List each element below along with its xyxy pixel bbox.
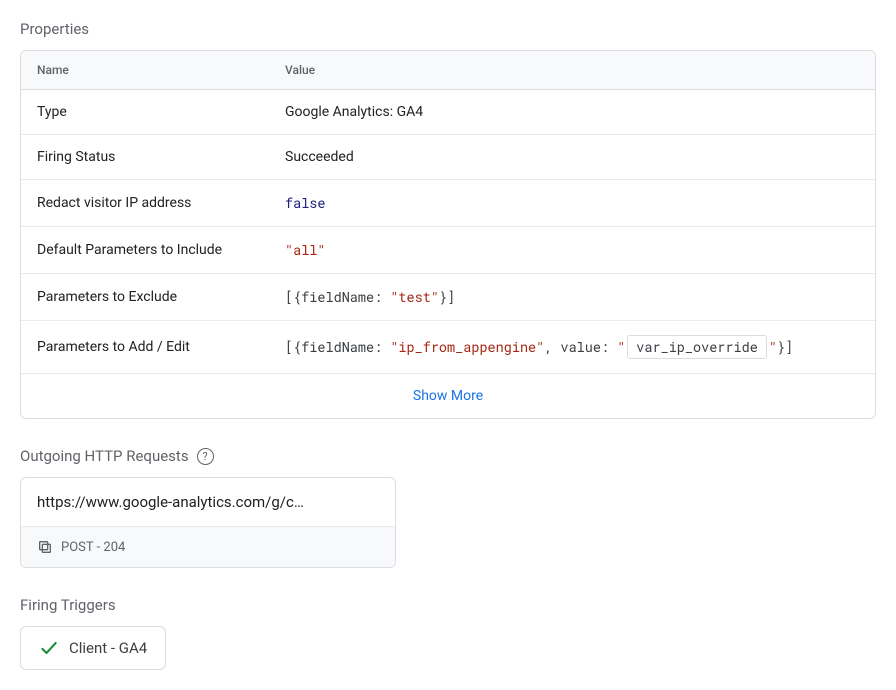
show-more-link[interactable]: Show More: [413, 388, 483, 404]
properties-title: Properties: [20, 20, 876, 38]
table-row: Type Google Analytics: GA4: [21, 90, 875, 135]
http-requests-title-text: Outgoing HTTP Requests: [20, 447, 189, 465]
code-string: ": [617, 338, 625, 356]
show-more-row: Show More: [21, 374, 875, 418]
prop-value: Google Analytics: GA4: [269, 90, 875, 135]
code-punct: [{fieldName:: [285, 288, 390, 306]
prop-name: Default Parameters to Include: [21, 227, 269, 274]
code-string: "test": [390, 288, 439, 306]
prop-value: [{fieldName: "test"}]: [269, 274, 875, 321]
table-row: Parameters to Exclude [{fieldName: "test…: [21, 274, 875, 321]
col-header-name: Name: [21, 51, 269, 90]
firing-triggers-title: Firing Triggers: [20, 596, 876, 614]
code-string: ": [769, 338, 777, 356]
code-keyword: false: [285, 194, 326, 212]
code-value: [{fieldName: "test"}]: [285, 288, 455, 306]
check-icon: [39, 638, 59, 658]
prop-value: "all": [269, 227, 875, 274]
http-request-meta: POST - 204: [21, 526, 395, 567]
table-row: Default Parameters to Include "all": [21, 227, 875, 274]
trigger-label: Client - GA4: [69, 639, 147, 657]
prop-name: Redact visitor IP address: [21, 180, 269, 227]
http-requests-title: Outgoing HTTP Requests ?: [20, 447, 876, 465]
prop-value: false: [269, 180, 875, 227]
code-string: "ip_from_appengine": [390, 338, 544, 356]
code-punct: }]: [439, 288, 455, 306]
col-header-value: Value: [269, 51, 875, 90]
prop-value: [{fieldName: "ip_from_appengine", value:…: [269, 321, 875, 374]
http-request-status: POST - 204: [61, 540, 125, 555]
http-request-card[interactable]: https://www.google-analytics.com/g/c… PO…: [20, 477, 396, 568]
table-row: Parameters to Add / Edit [{fieldName: "i…: [21, 321, 875, 374]
code-punct: }]: [777, 338, 793, 356]
prop-name: Parameters to Exclude: [21, 274, 269, 321]
prop-name: Parameters to Add / Edit: [21, 321, 269, 374]
code-punct: , value:: [544, 338, 617, 356]
prop-name: Firing Status: [21, 135, 269, 180]
code-string: "all": [285, 241, 326, 259]
prop-value: Succeeded: [269, 135, 875, 180]
table-row: Firing Status Succeeded: [21, 135, 875, 180]
prop-name: Type: [21, 90, 269, 135]
copy-icon[interactable]: [37, 539, 53, 555]
http-request-url: https://www.google-analytics.com/g/c…: [21, 478, 395, 526]
variable-chip[interactable]: var_ip_override: [627, 335, 767, 359]
properties-table: Name Value Type Google Analytics: GA4 Fi…: [20, 50, 876, 419]
table-row: Redact visitor IP address false: [21, 180, 875, 227]
code-punct: [{fieldName:: [285, 338, 390, 356]
help-icon[interactable]: ?: [197, 448, 214, 465]
trigger-chip[interactable]: Client - GA4: [20, 626, 166, 670]
code-value: [{fieldName: "ip_from_appengine", value:…: [285, 338, 793, 356]
